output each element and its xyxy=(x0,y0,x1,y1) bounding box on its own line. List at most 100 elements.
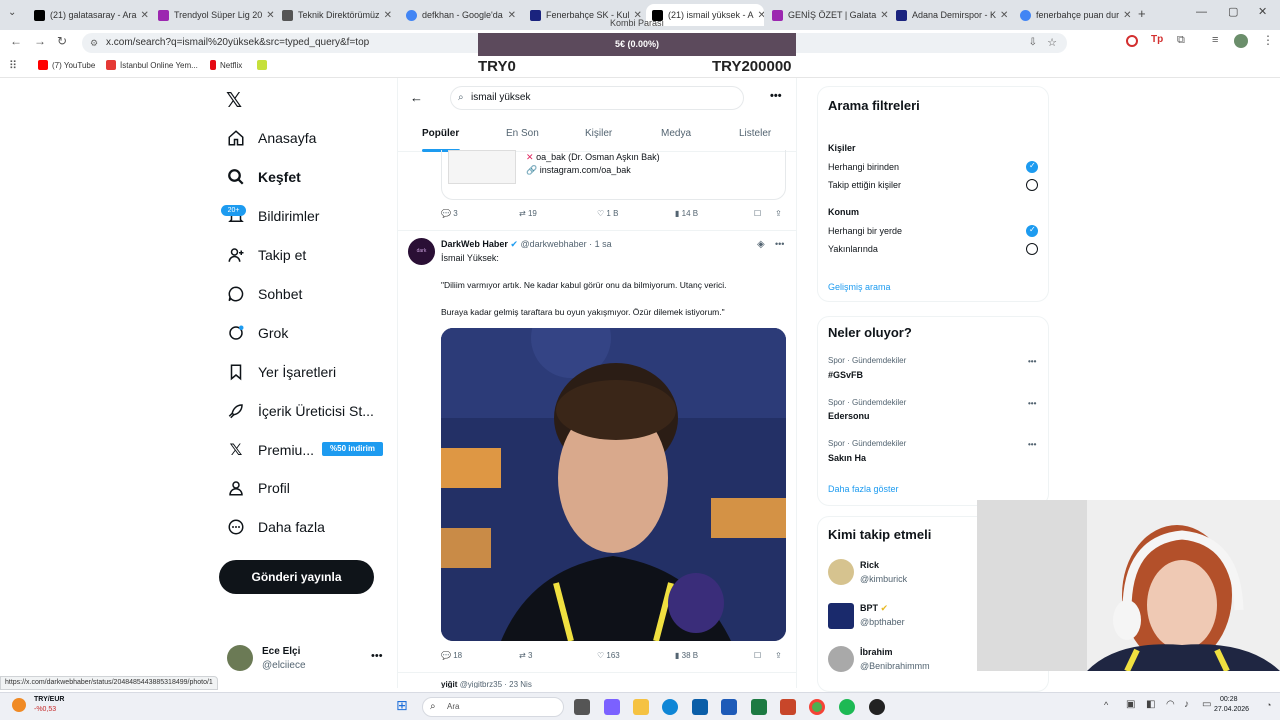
powerpoint-icon[interactable] xyxy=(780,699,796,715)
post-author[interactable]: DarkWeb Haber xyxy=(441,239,508,249)
share-icon[interactable]: ⇪ xyxy=(775,651,782,660)
browser-tab[interactable]: Adana Demirspor - K ✕ xyxy=(890,4,1012,26)
tab-search-icon[interactable]: ⌄ xyxy=(8,7,16,18)
avatar[interactable] xyxy=(227,645,253,671)
file-explorer-icon[interactable] xyxy=(633,699,649,715)
excel-icon[interactable] xyxy=(751,699,767,715)
avatar[interactable]: dark xyxy=(408,238,435,265)
follow-name[interactable]: BPT ✔ xyxy=(860,603,888,614)
like-button[interactable]: ♡ 163 xyxy=(597,651,620,660)
post-more-icon[interactable]: ••• xyxy=(775,239,784,249)
opera-extension-icon[interactable] xyxy=(1126,35,1138,47)
post-button[interactable]: Gönderi yayınla xyxy=(219,560,374,594)
nav-item-premium[interactable]: 𝕏 Premiu... xyxy=(226,440,314,460)
bookmark-icon[interactable]: ☐ xyxy=(754,651,761,660)
like-button[interactable]: ♡ 1 B xyxy=(597,209,618,218)
nav-item-chat[interactable]: Sohbet xyxy=(226,284,302,304)
menu-icon[interactable]: ⋮ xyxy=(1262,33,1274,47)
follow-handle[interactable]: @Benibrahimmm xyxy=(860,661,930,671)
repost-button[interactable]: ⇄ 19 xyxy=(519,209,537,218)
browser-tab[interactable]: Teknik Direktörümüz ✕ xyxy=(276,4,398,26)
close-tab-icon[interactable]: ✕ xyxy=(1119,10,1131,21)
tab-lists[interactable]: Listeler xyxy=(739,128,771,139)
more-options-icon[interactable]: ••• xyxy=(770,90,782,102)
follow-handle[interactable]: @bpthaber xyxy=(860,617,905,627)
close-tab-icon[interactable]: ✕ xyxy=(876,10,888,21)
reload-icon[interactable]: ↻ xyxy=(57,34,67,48)
store-icon[interactable] xyxy=(692,699,708,715)
nav-item-follow[interactable]: Takip et xyxy=(226,245,306,265)
clock-time[interactable]: 00:28 xyxy=(1220,696,1238,703)
nav-item-home[interactable]: Anasayfa xyxy=(226,128,316,148)
tab-people[interactable]: Kişiler xyxy=(585,128,612,139)
task-view-icon[interactable] xyxy=(574,699,590,715)
bookmark-extra[interactable] xyxy=(257,60,267,70)
trend-item[interactable]: Sakın Ha xyxy=(828,453,866,463)
tab-latest[interactable]: En Son xyxy=(506,128,539,139)
weather-icon[interactable] xyxy=(12,698,26,712)
tray-app-icon[interactable]: ◧ xyxy=(1146,699,1155,710)
follow-name[interactable]: İbrahim xyxy=(860,647,893,657)
bookmark-icon[interactable]: ☐ xyxy=(754,209,761,218)
forward-icon[interactable]: → xyxy=(34,34,46,48)
edge-icon[interactable] xyxy=(662,699,678,715)
reply-button[interactable]: 💬 3 xyxy=(441,209,458,218)
trend-more-icon[interactable]: ••• xyxy=(1028,399,1036,408)
extensions-puzzle-icon[interactable]: ⧉ xyxy=(1177,34,1185,47)
search-input[interactable]: ⌕ ismail yüksek xyxy=(450,86,744,110)
filter-option[interactable]: Herhangi birinden xyxy=(828,162,899,172)
advanced-search-link[interactable]: Gelişmiş arama xyxy=(828,282,891,292)
clock-date[interactable]: 27.04.2026 xyxy=(1214,706,1249,713)
filter-option[interactable]: Herhangi bir yerde xyxy=(828,226,902,236)
nav-item-profile[interactable]: Profil xyxy=(226,478,290,498)
filter-option[interactable]: Takip ettiğin kişiler xyxy=(828,180,901,190)
close-tab-icon[interactable]: ✕ xyxy=(262,10,274,21)
avatar[interactable] xyxy=(1234,34,1248,48)
close-tab-icon[interactable]: ✕ xyxy=(380,10,392,21)
star-icon[interactable]: ☆ xyxy=(1047,33,1057,53)
avatar[interactable] xyxy=(828,603,854,629)
battery-icon[interactable]: ▭ xyxy=(1202,699,1211,710)
share-icon[interactable]: ⇪ xyxy=(775,209,782,218)
volume-icon[interactable]: ♪ xyxy=(1184,699,1189,710)
notification-icon[interactable]: ◔ xyxy=(1266,700,1271,710)
repost-button[interactable]: ⇄ 3 xyxy=(519,651,532,660)
minimize-icon[interactable]: — xyxy=(1196,6,1207,18)
follow-name[interactable]: Rick xyxy=(860,560,879,570)
close-tab-icon[interactable]: ✕ xyxy=(996,10,1008,21)
nav-item-more[interactable]: Daha fazla xyxy=(226,517,325,537)
reply-button[interactable]: 💬 18 xyxy=(441,651,462,660)
trend-item[interactable]: #GSvFB xyxy=(828,370,863,380)
avatar[interactable] xyxy=(828,559,854,585)
site-info-icon[interactable]: ⚙ xyxy=(90,33,98,53)
radio-anywhere[interactable] xyxy=(1026,225,1038,237)
post-image[interactable] xyxy=(441,328,786,641)
media-icon[interactable]: ≡ xyxy=(1212,34,1218,46)
maximize-icon[interactable]: ▢ xyxy=(1228,5,1238,18)
views-button[interactable]: ▮ 14 B xyxy=(675,209,698,218)
word-icon[interactable] xyxy=(721,699,737,715)
filter-option[interactable]: Yakınlarında xyxy=(828,244,878,254)
avatar[interactable] xyxy=(828,646,854,672)
app-icon[interactable] xyxy=(869,699,885,715)
new-tab-icon[interactable]: + xyxy=(1138,6,1146,21)
show-more-link[interactable]: Daha fazla göster xyxy=(828,484,899,494)
start-icon[interactable]: ⊞ xyxy=(396,697,408,714)
taskbar-search[interactable]: ⌕ Ara xyxy=(422,697,564,717)
trend-more-icon[interactable]: ••• xyxy=(1028,440,1036,449)
close-window-icon[interactable]: ✕ xyxy=(1258,5,1267,18)
nav-item-grok[interactable]: Grok xyxy=(226,323,288,343)
tray-app-icon[interactable]: ▣ xyxy=(1126,699,1135,710)
bookmark-youtube[interactable]: (7) YouTube xyxy=(38,60,95,70)
views-button[interactable]: ▮ 38 B xyxy=(675,651,698,660)
trend-item[interactable]: Edersonu xyxy=(828,411,870,421)
radio-nearby[interactable] xyxy=(1026,243,1038,255)
grok-icon[interactable]: ◈ xyxy=(757,239,765,250)
close-tab-icon[interactable]: ✕ xyxy=(137,10,149,21)
account-menu-icon[interactable]: ••• xyxy=(371,650,383,662)
back-icon[interactable]: ← xyxy=(10,34,22,48)
tab-popular[interactable]: Popüler xyxy=(422,128,459,139)
bookmark-istanbul[interactable]: İstanbul Online Yem... xyxy=(106,60,198,70)
nav-item-creator-studio[interactable]: İçerik Üreticisi St... xyxy=(226,401,374,421)
copilot-icon[interactable] xyxy=(604,699,620,715)
